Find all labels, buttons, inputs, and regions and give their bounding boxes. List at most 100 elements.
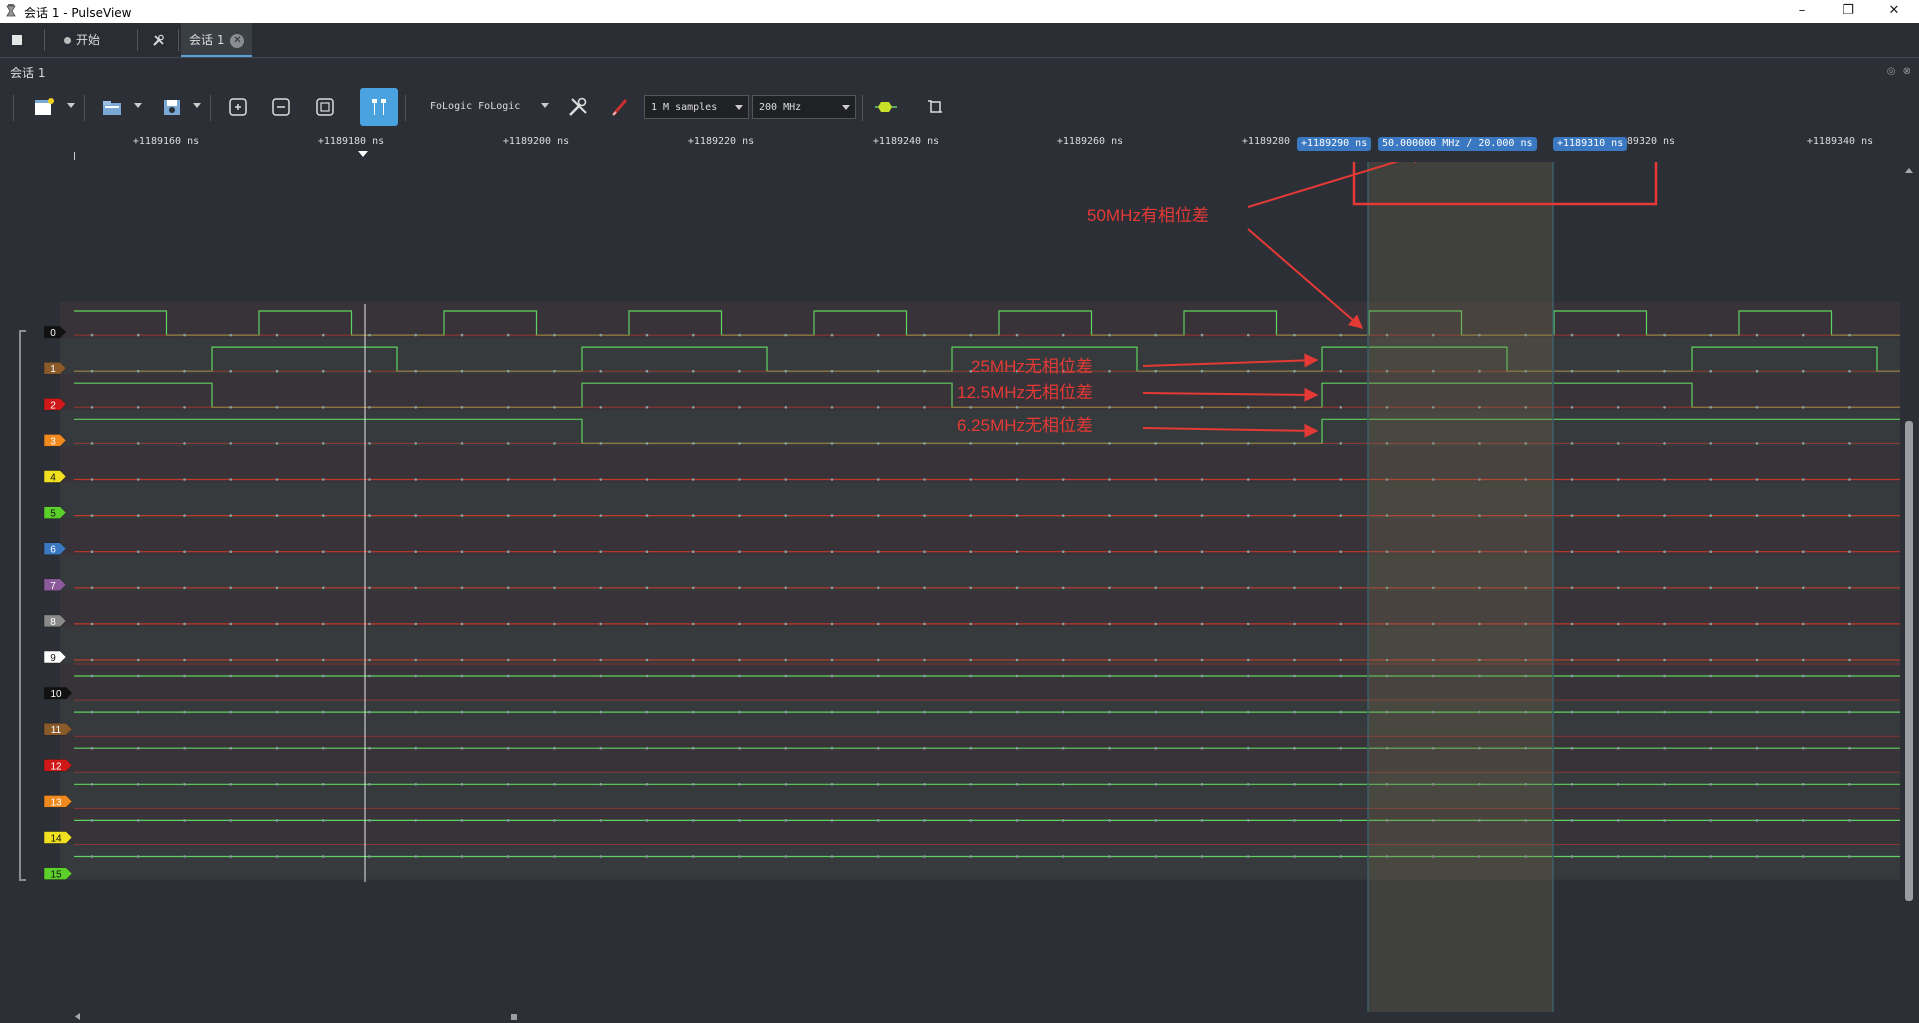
sample-dot bbox=[321, 819, 325, 822]
device-config-button[interactable] bbox=[560, 91, 596, 123]
zoom-in-button[interactable] bbox=[220, 91, 256, 123]
open-dropdown-icon[interactable] bbox=[134, 103, 142, 108]
sample-dot bbox=[90, 710, 94, 714]
sample-dot bbox=[1015, 855, 1019, 858]
stop-button[interactable] bbox=[12, 23, 32, 57]
sample-dot bbox=[1848, 550, 1851, 553]
probes-button[interactable] bbox=[602, 91, 638, 123]
sample-dot bbox=[1339, 622, 1343, 626]
new-session-dropdown-icon[interactable] bbox=[67, 103, 75, 108]
sample-dot bbox=[460, 333, 464, 337]
vertical-scroll-thumb[interactable] bbox=[1905, 421, 1913, 901]
time-ruler[interactable]: +1189160 ns +1189180 ns +1189200 ns +118… bbox=[0, 129, 1900, 162]
sample-dot bbox=[1663, 710, 1666, 714]
sample-dot bbox=[136, 819, 140, 822]
sample-dot bbox=[1616, 406, 1620, 409]
new-document-icon bbox=[35, 98, 54, 115]
sample-dot bbox=[1755, 674, 1759, 678]
session-title: 会话 1 bbox=[10, 66, 46, 80]
sample-dot bbox=[969, 710, 973, 714]
sample-dot bbox=[1108, 819, 1111, 822]
sample-dot bbox=[321, 586, 325, 590]
settings-tab-button[interactable] bbox=[152, 23, 165, 57]
sample-dot bbox=[183, 514, 186, 517]
sample-dot bbox=[876, 674, 880, 678]
sample-dot bbox=[1200, 586, 1204, 590]
sample-dot bbox=[1015, 622, 1019, 626]
save-dropdown-icon[interactable] bbox=[193, 103, 201, 108]
sample-dot bbox=[1709, 406, 1713, 409]
sample-dot bbox=[1108, 855, 1111, 858]
sample-dot bbox=[1755, 369, 1759, 373]
tab-start[interactable]: 开始 bbox=[64, 23, 100, 57]
tab-session-1[interactable]: 会话 1 ✕ bbox=[181, 23, 253, 57]
sample-dot bbox=[876, 622, 880, 626]
scroll-up-icon[interactable] bbox=[1905, 168, 1913, 173]
waveform-view[interactable]: 0123456789101112131415 50MHz有相位差 25MHz无相… bbox=[0, 162, 1900, 1023]
sample-dot bbox=[1801, 783, 1805, 786]
sample-dot bbox=[136, 710, 140, 714]
decoder-icon bbox=[875, 102, 897, 112]
sample-dot bbox=[645, 478, 649, 481]
minimize-button[interactable]: – bbox=[1780, 0, 1824, 23]
add-math-button[interactable] bbox=[917, 91, 953, 123]
sample-dot bbox=[460, 514, 464, 517]
sample-dot bbox=[136, 333, 140, 337]
horizontal-scrollbar[interactable] bbox=[70, 1012, 1900, 1021]
sample-dot bbox=[1801, 855, 1805, 858]
horizontal-scroll-thumb[interactable] bbox=[511, 1014, 517, 1020]
sample-dot bbox=[969, 514, 973, 517]
sample-dot bbox=[506, 622, 510, 626]
sample-dot bbox=[738, 710, 741, 714]
zoom-out-button[interactable] bbox=[263, 91, 299, 123]
sample-dot bbox=[1709, 333, 1713, 337]
device-dropdown-icon[interactable] bbox=[541, 103, 549, 108]
new-session-button[interactable] bbox=[26, 91, 62, 123]
zoom-fit-button[interactable] bbox=[307, 91, 343, 123]
sample-dot bbox=[414, 783, 418, 786]
sample-dot bbox=[321, 746, 325, 750]
sample-dot bbox=[1246, 658, 1250, 662]
cursor-measurement-label[interactable]: 50.000000 MHz / 20.000 ns bbox=[1378, 137, 1537, 151]
sample-dot bbox=[738, 658, 741, 662]
sample-dot bbox=[1755, 550, 1759, 553]
sample-dot bbox=[1246, 746, 1250, 750]
vertical-scrollbar[interactable] bbox=[1903, 162, 1915, 1012]
restore-button[interactable]: ❐ bbox=[1826, 0, 1870, 23]
sample-dot bbox=[1848, 369, 1851, 373]
annotation-6mhz: 6.25MHz无相位差 bbox=[957, 416, 1093, 435]
open-button[interactable] bbox=[94, 91, 130, 123]
cursor-right-label[interactable]: +1189310 ns bbox=[1553, 137, 1628, 151]
sample-dot bbox=[136, 369, 140, 373]
device-selector[interactable]: FoLogic FoLogic bbox=[430, 97, 520, 117]
sample-dot bbox=[691, 369, 695, 373]
close-tab-icon[interactable]: ✕ bbox=[230, 33, 245, 48]
sample-dot bbox=[1246, 333, 1250, 337]
sample-dot bbox=[1154, 369, 1158, 373]
sample-dot bbox=[1108, 478, 1111, 481]
sample-dot bbox=[368, 819, 371, 822]
sample-dot bbox=[923, 442, 926, 445]
sample-dot bbox=[1848, 819, 1851, 822]
sample-dot bbox=[1709, 783, 1713, 786]
add-decoder-button[interactable] bbox=[868, 91, 904, 123]
sample-dot bbox=[1848, 674, 1851, 678]
close-window-button[interactable]: ✕ bbox=[1872, 0, 1916, 23]
sample-dot bbox=[368, 783, 371, 786]
show-cursors-button[interactable] bbox=[360, 88, 398, 126]
samplerate-combo[interactable]: 200 MHz bbox=[752, 95, 856, 119]
save-button[interactable] bbox=[154, 91, 190, 123]
cursor-left-label[interactable]: +1189290 ns bbox=[1297, 137, 1372, 151]
sample-dot bbox=[414, 478, 418, 481]
sample-dot bbox=[368, 658, 371, 662]
samples-combo[interactable]: 1 M samples bbox=[644, 95, 749, 119]
panel-buttons[interactable]: ◎ ⊗ bbox=[1887, 66, 1913, 77]
sample-dot bbox=[1663, 369, 1666, 373]
sample-dot bbox=[1616, 333, 1620, 337]
annotation-12mhz: 12.5MHz无相位差 bbox=[957, 383, 1093, 402]
scroll-left-icon[interactable] bbox=[75, 1013, 80, 1020]
sample-dot bbox=[969, 819, 973, 822]
channel-label-text: 13 bbox=[50, 797, 62, 808]
sample-dot bbox=[368, 674, 371, 678]
sample-dot bbox=[1154, 746, 1158, 750]
